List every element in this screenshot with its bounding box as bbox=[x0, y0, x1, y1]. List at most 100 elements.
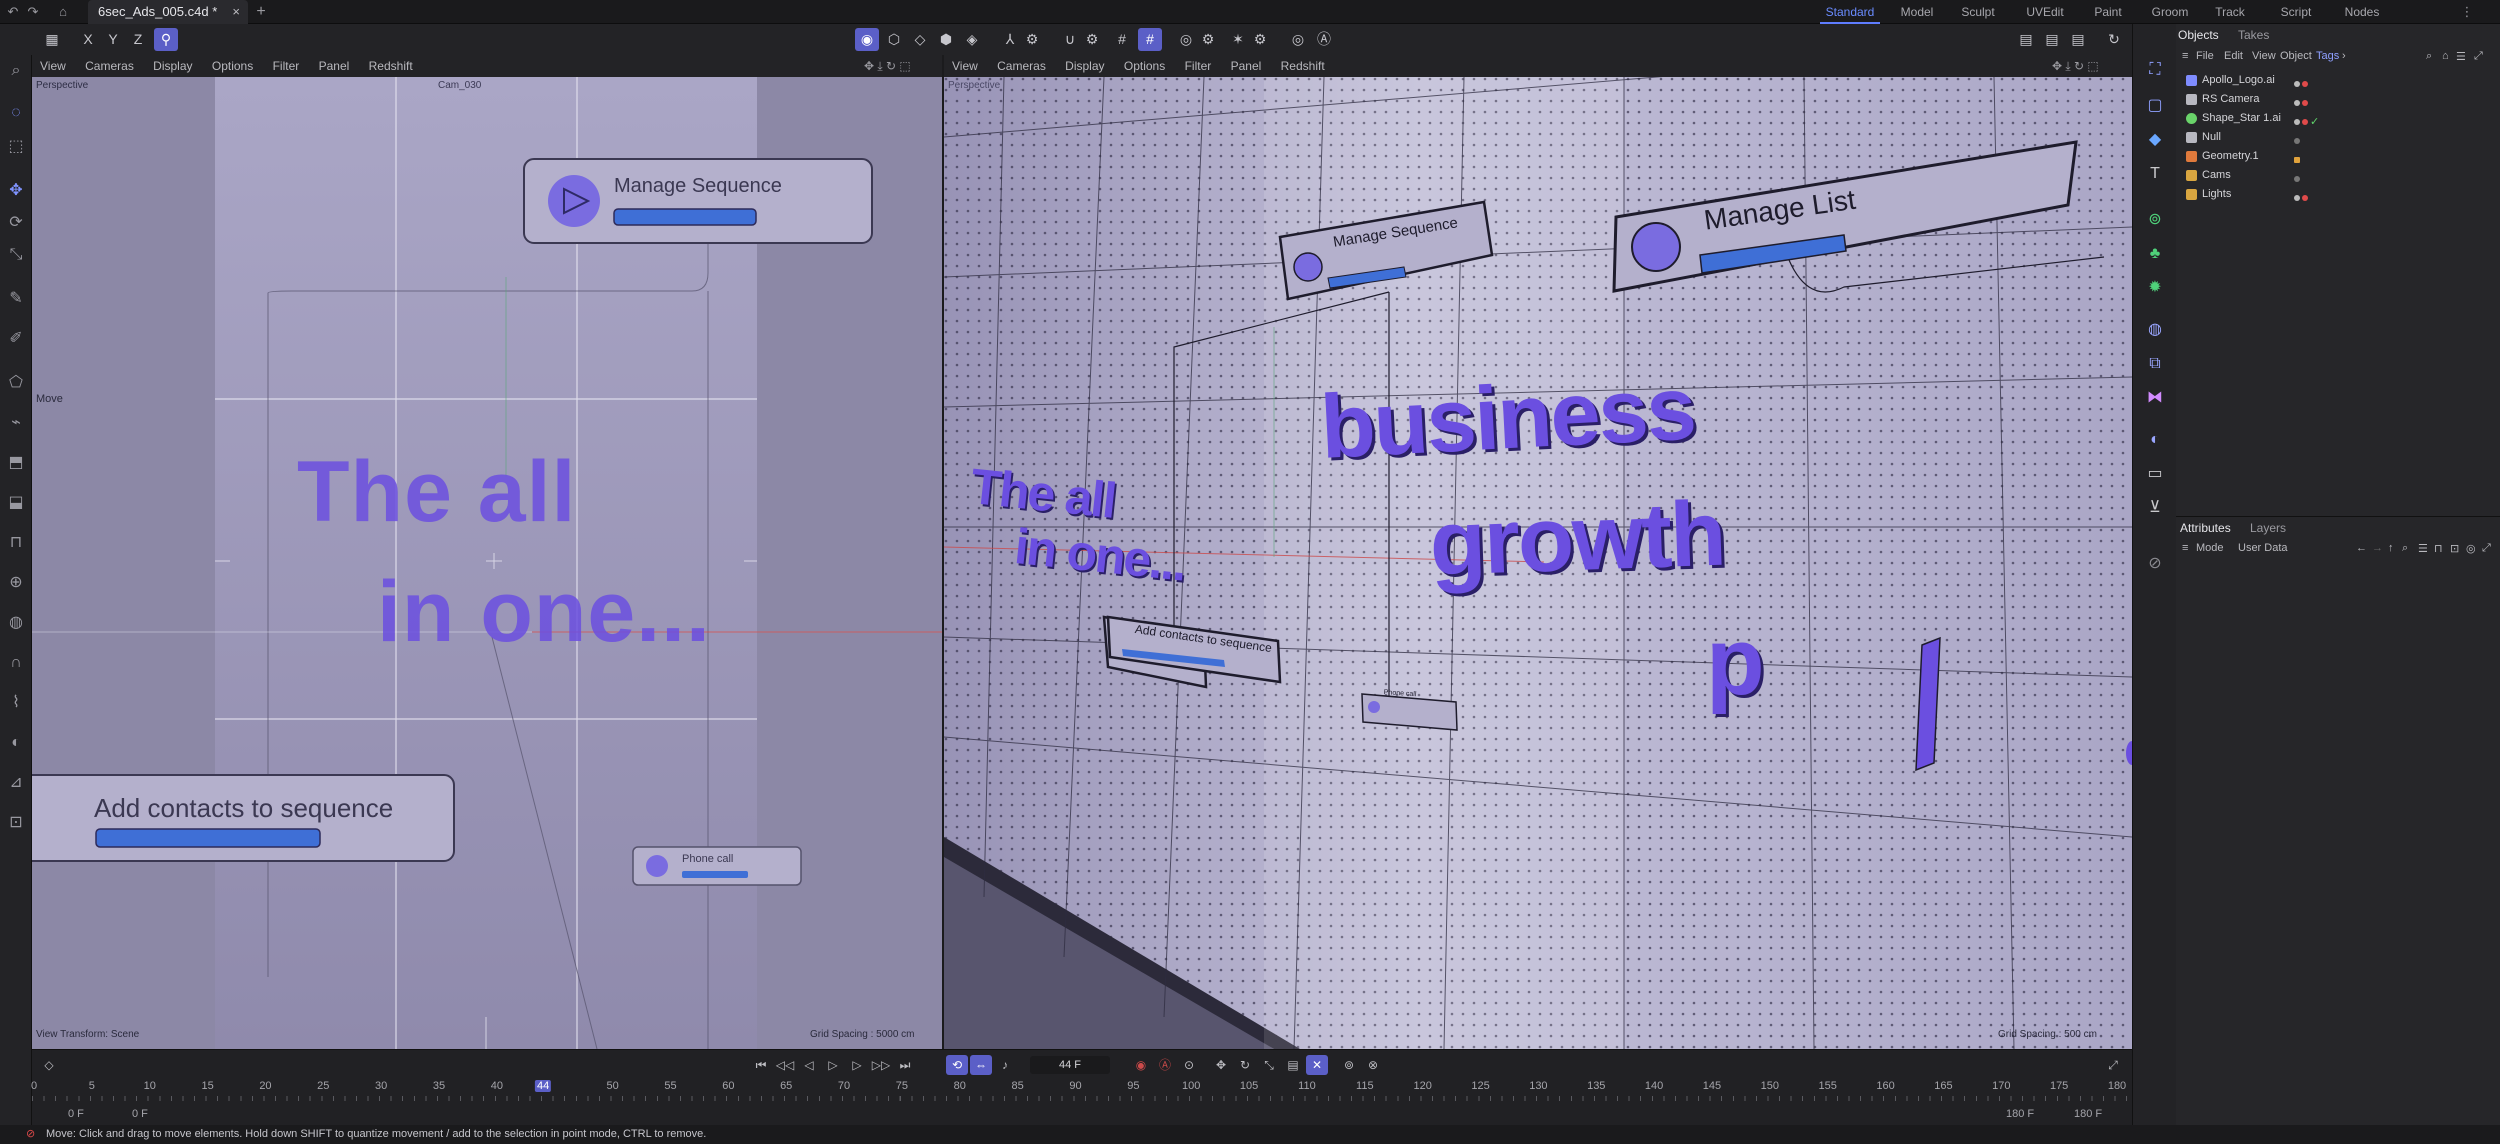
position-key-icon[interactable]: ✥ bbox=[1210, 1055, 1232, 1075]
point-level-icon[interactable]: ✕ bbox=[1306, 1055, 1328, 1075]
menu-filter[interactable]: Filter bbox=[1185, 59, 1212, 73]
menu-redshift[interactable]: Redshift bbox=[369, 59, 413, 73]
render-camera-icon[interactable]: ▭ bbox=[2143, 462, 2167, 486]
forward-arrow-icon[interactable]: → bbox=[2372, 542, 2383, 554]
snap-settings-icon[interactable]: ⚙ bbox=[1080, 28, 1104, 51]
rotation-key-icon[interactable]: ↻ bbox=[1234, 1055, 1256, 1075]
frame-range[interactable]: 0 F 0 F 180 F 180 F bbox=[32, 1104, 2132, 1124]
field-icon[interactable]: ⧉ bbox=[2143, 352, 2167, 376]
viewport-solo-icon[interactable]: ◎ bbox=[1286, 28, 1310, 51]
keyframe-diamond-icon[interactable]: ◇ bbox=[38, 1055, 60, 1075]
spline-rectangle-icon[interactable]: ▢ bbox=[2143, 94, 2167, 118]
render-to-picture-viewer-icon[interactable]: ▤ bbox=[2040, 28, 2064, 51]
range-start-field[interactable]: 0 F bbox=[68, 1108, 84, 1120]
polygons-mode-icon[interactable]: ⬢ bbox=[934, 28, 958, 51]
menu-display[interactable]: Display bbox=[1065, 59, 1104, 73]
object-row[interactable]: Cams bbox=[2176, 166, 2500, 185]
new-tab-icon[interactable]: + bbox=[252, 3, 270, 21]
model-mode-icon[interactable]: ◉ bbox=[855, 28, 879, 51]
menu-view[interactable]: View bbox=[40, 59, 66, 73]
polygon-pen-icon[interactable]: ⬠ bbox=[4, 371, 28, 395]
menu-cameras[interactable]: Cameras bbox=[85, 59, 134, 73]
new-window-icon[interactable]: ⊡ bbox=[2450, 542, 2459, 555]
layout-track[interactable]: Track bbox=[2210, 0, 2250, 24]
expand-icon[interactable]: ⤢ bbox=[2474, 50, 2483, 63]
preview-end-field[interactable]: 180 F bbox=[2006, 1108, 2034, 1120]
rectangle-selection-icon[interactable]: ⬚ bbox=[4, 135, 28, 159]
up-arrow-icon[interactable]: ↑ bbox=[2388, 542, 2394, 554]
viewport-left-canvas[interactable]: Perspective Cam_030 Move Manage Sequence… bbox=[32, 77, 942, 1049]
lock-icon[interactable]: ⊓ bbox=[2434, 542, 2443, 555]
menu-options[interactable]: Options bbox=[212, 59, 253, 73]
object-mode-icon[interactable]: ▦ bbox=[40, 28, 64, 51]
menu-filter[interactable]: Filter bbox=[273, 59, 300, 73]
go-to-end-icon[interactable]: ⏭ bbox=[894, 1055, 916, 1075]
object-row[interactable]: Shape_Star 1.ai ✓ bbox=[2176, 109, 2500, 128]
layout-uvedit[interactable]: UVEdit bbox=[2020, 0, 2070, 24]
next-frame-icon[interactable]: ▷ bbox=[846, 1055, 868, 1075]
layout-sculpt[interactable]: Sculpt bbox=[1956, 0, 2000, 24]
text-tool-icon[interactable]: T bbox=[2143, 162, 2167, 186]
viewport-left[interactable]: View Cameras Display Options Filter Pane… bbox=[32, 55, 942, 1049]
deformer-icon[interactable]: ◍ bbox=[2143, 318, 2167, 342]
motion-system-icon[interactable]: ⊚ bbox=[1338, 1055, 1360, 1075]
scale-key-icon[interactable]: ⤡ bbox=[1258, 1055, 1280, 1075]
tab-attributes[interactable]: Attributes bbox=[2180, 521, 2231, 535]
layout-model[interactable]: Model bbox=[1895, 0, 1939, 24]
menu-mode[interactable]: Mode bbox=[2196, 542, 2224, 554]
previous-frame-icon[interactable]: ◁ bbox=[798, 1055, 820, 1075]
grid-snap-icon[interactable]: # bbox=[1138, 28, 1162, 51]
render-settings-panel-icon[interactable]: ▤ bbox=[2066, 28, 2090, 51]
next-key-icon[interactable]: ▷▷ bbox=[870, 1055, 892, 1075]
undo-icon[interactable]: ↶ bbox=[4, 3, 22, 21]
range-end-field[interactable]: 180 F bbox=[2074, 1108, 2102, 1120]
sound-icon[interactable]: ♪ bbox=[994, 1055, 1016, 1075]
back-arrow-icon[interactable]: ← bbox=[2356, 542, 2367, 554]
extrude-icon[interactable]: ⬒ bbox=[4, 451, 28, 475]
menu-view[interactable]: View bbox=[952, 59, 978, 73]
current-frame-field[interactable]: 44 F bbox=[1030, 1056, 1110, 1074]
settings-gear-icon[interactable]: ⚙ bbox=[1020, 28, 1044, 51]
search-icon[interactable]: ⌕ bbox=[4, 59, 28, 83]
paint-icon[interactable]: ◍ bbox=[4, 611, 28, 635]
axis-y-lock[interactable]: Y bbox=[101, 28, 125, 51]
play-icon[interactable]: ▷ bbox=[822, 1055, 844, 1075]
menu-more-icon[interactable]: › bbox=[2342, 50, 2346, 62]
weld-icon[interactable]: ⊕ bbox=[4, 571, 28, 595]
tab-takes[interactable]: Takes bbox=[2238, 28, 2269, 42]
live-selection-icon[interactable]: ◌ bbox=[4, 101, 28, 125]
axis-x-lock[interactable]: X bbox=[76, 28, 100, 51]
object-mode-toggle-icon[interactable]: ⬡ bbox=[882, 28, 906, 51]
layout-paint[interactable]: Paint bbox=[2088, 0, 2128, 24]
uv-mode-icon[interactable]: ◈ bbox=[960, 28, 984, 51]
magnet-icon[interactable]: ∩ bbox=[4, 651, 28, 675]
sculpt-icon[interactable]: ◐ bbox=[4, 731, 28, 755]
brush-icon[interactable]: ⌇ bbox=[4, 691, 28, 715]
bevel-icon[interactable]: ⬓ bbox=[4, 491, 28, 515]
search-icon[interactable]: ⌕ bbox=[2426, 50, 2432, 63]
object-row[interactable]: Apollo_Logo.ai bbox=[2176, 71, 2500, 90]
layout-groom[interactable]: Groom bbox=[2148, 0, 2192, 24]
cloner-icon[interactable]: ♣ bbox=[2143, 242, 2167, 266]
workplane-icon[interactable]: # bbox=[1110, 28, 1134, 51]
frame-ruler[interactable]: 0 5 10 15 20 25 30 35 40 44 50 55 60 65 70 75 80 85 90 95 10… bbox=[31, 1080, 2132, 1102]
axis-z-lock[interactable]: Z bbox=[126, 28, 150, 51]
viewport-nav-icons[interactable]: ✥ ⤓ ↻ ⬚ bbox=[864, 55, 911, 77]
object-row[interactable]: Geometry.1 bbox=[2176, 147, 2500, 166]
environment-icon[interactable]: ◐ bbox=[2143, 428, 2167, 452]
loop-icon[interactable]: ⟲ bbox=[946, 1055, 968, 1075]
object-row[interactable]: RS Camera bbox=[2176, 90, 2500, 109]
menu-options[interactable]: Options bbox=[1124, 59, 1165, 73]
camera-object-icon[interactable]: ⛶ bbox=[2143, 58, 2167, 82]
measure-icon[interactable]: ⊿ bbox=[4, 771, 28, 795]
cube-primitive-icon[interactable]: ◆ bbox=[2143, 128, 2167, 152]
filter-icon[interactable]: ☰ bbox=[2418, 542, 2428, 555]
knife-icon[interactable]: ⌁ bbox=[4, 411, 28, 435]
menu-cameras[interactable]: Cameras bbox=[997, 59, 1046, 73]
redshift-icon[interactable]: Ⓐ bbox=[1312, 28, 1336, 51]
preview-range-icon[interactable]: ⇔ bbox=[970, 1055, 992, 1075]
search-icon[interactable]: ⌕ bbox=[2402, 542, 2408, 555]
lod-icon[interactable]: ✶ bbox=[1226, 28, 1250, 51]
menu-object[interactable]: Object bbox=[2280, 50, 2312, 62]
menu-list-icon[interactable]: ≡ bbox=[2182, 50, 2188, 62]
